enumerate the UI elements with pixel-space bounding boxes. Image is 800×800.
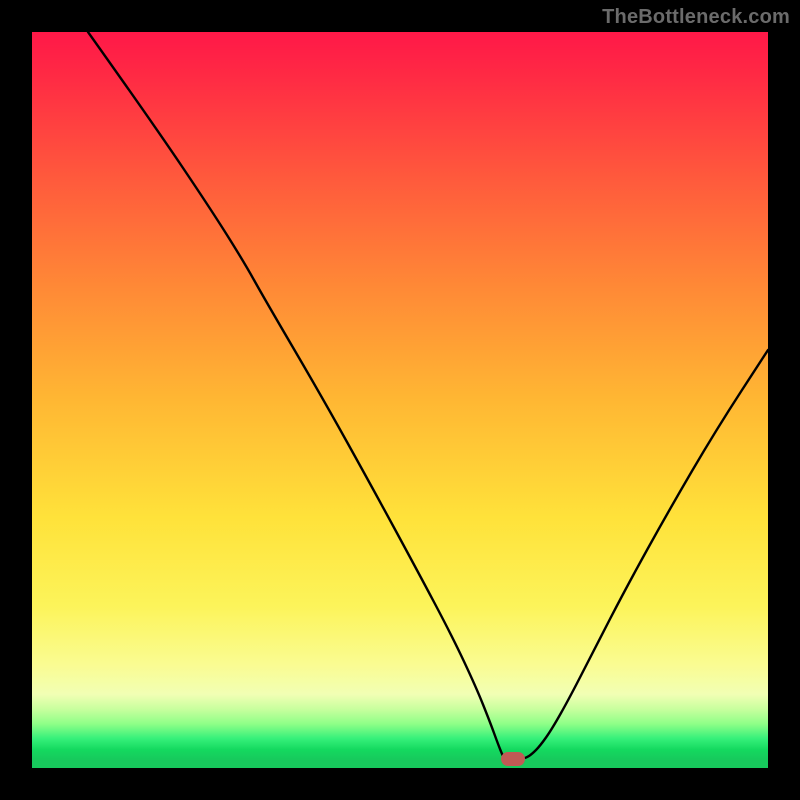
chart-frame: TheBottleneck.com [0, 0, 800, 800]
bottleneck-curve [88, 32, 768, 759]
watermark-text: TheBottleneck.com [602, 6, 790, 29]
min-point-marker [501, 752, 525, 766]
plot-area [32, 32, 768, 768]
curve-layer [32, 32, 768, 768]
